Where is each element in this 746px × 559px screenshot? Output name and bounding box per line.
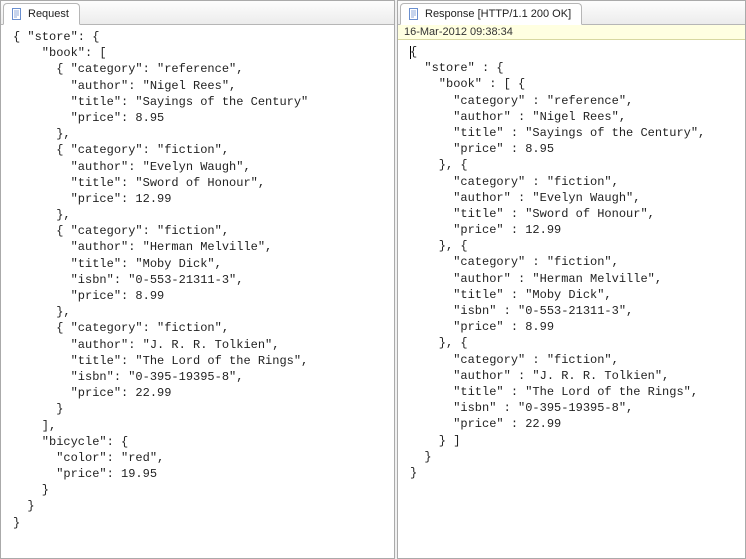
code-line: "title" : "The Lord of the Rings", [410, 384, 737, 400]
code-line: "author" : "Evelyn Waugh", [410, 190, 737, 206]
code-line: "title": "Moby Dick", [13, 256, 386, 272]
code-line: "color": "red", [13, 450, 386, 466]
code-line: } ] [410, 433, 737, 449]
code-line: "price" : 8.99 [410, 319, 737, 335]
code-line: "price": 19.95 [13, 466, 386, 482]
code-line: }, { [410, 157, 737, 173]
code-line: }, [13, 304, 386, 320]
code-line: { "category": "fiction", [13, 223, 386, 239]
code-line: } [13, 515, 386, 531]
code-line: "author": "Herman Melville", [13, 239, 386, 255]
code-line: } [410, 465, 737, 481]
request-tab-label: Request [28, 8, 69, 20]
code-line: "bicycle": { [13, 434, 386, 450]
code-line: "title" : "Moby Dick", [410, 287, 737, 303]
code-line: "isbn" : "0-553-21311-3", [410, 303, 737, 319]
code-line: "title": "The Lord of the Rings", [13, 353, 386, 369]
code-line: { "store": { [13, 29, 386, 45]
response-code-area[interactable]: { "store" : { "book" : [ { "category" : … [398, 40, 745, 558]
code-line: { "category": "fiction", [13, 320, 386, 336]
code-line: "isbn" : "0-395-19395-8", [410, 400, 737, 416]
code-line: "category" : "reference", [410, 93, 737, 109]
code-line: "author" : "Herman Melville", [410, 271, 737, 287]
code-line: ], [13, 418, 386, 434]
code-line: }, { [410, 238, 737, 254]
code-line: }, { [410, 335, 737, 351]
request-panel: Request { "store": { "book": [ { "catego… [0, 0, 395, 559]
code-line: "title": "Sword of Honour", [13, 175, 386, 191]
response-tab[interactable]: Response [HTTP/1.1 200 OK] [400, 3, 582, 25]
code-line: "price": 8.99 [13, 288, 386, 304]
code-line: } [13, 401, 386, 417]
code-line: "book" : [ { [410, 76, 737, 92]
response-tab-bar: Response [HTTP/1.1 200 OK] [398, 1, 745, 25]
code-line: { [410, 44, 737, 60]
response-timestamp: 16-Mar-2012 09:38:34 [398, 25, 745, 40]
code-line: "author" : "Nigel Rees", [410, 109, 737, 125]
code-line: "price": 8.95 [13, 110, 386, 126]
request-tab[interactable]: Request [3, 3, 80, 25]
code-line: } [13, 482, 386, 498]
code-line: "title": "Sayings of the Century" [13, 94, 386, 110]
code-line: "store" : { [410, 60, 737, 76]
document-icon [10, 7, 24, 21]
code-line: "author" : "J. R. R. Tolkien", [410, 368, 737, 384]
code-line: "category" : "fiction", [410, 174, 737, 190]
code-line: "isbn": "0-395-19395-8", [13, 369, 386, 385]
code-line: "author": "Nigel Rees", [13, 78, 386, 94]
code-line: "title" : "Sword of Honour", [410, 206, 737, 222]
code-line: }, [13, 126, 386, 142]
code-line: } [13, 498, 386, 514]
code-line: "price" : 22.99 [410, 416, 737, 432]
code-line: } [410, 449, 737, 465]
code-line: "price": 22.99 [13, 385, 386, 401]
code-line: "author": "J. R. R. Tolkien", [13, 337, 386, 353]
code-line: "price" : 8.95 [410, 141, 737, 157]
code-line: "price": 12.99 [13, 191, 386, 207]
request-code-area[interactable]: { "store": { "book": [ { "category": "re… [1, 25, 394, 558]
code-line: }, [13, 207, 386, 223]
request-tab-bar: Request [1, 1, 394, 25]
document-icon [407, 7, 421, 21]
code-line: "category" : "fiction", [410, 352, 737, 368]
code-line: "isbn": "0-553-21311-3", [13, 272, 386, 288]
code-line: "author": "Evelyn Waugh", [13, 159, 386, 175]
code-line: "category" : "fiction", [410, 254, 737, 270]
code-line: "book": [ [13, 45, 386, 61]
code-line: "price" : 12.99 [410, 222, 737, 238]
code-line: { "category": "fiction", [13, 142, 386, 158]
text-caret [410, 46, 411, 59]
code-line: "title" : "Sayings of the Century", [410, 125, 737, 141]
code-line: { "category": "reference", [13, 61, 386, 77]
response-panel: Response [HTTP/1.1 200 OK] 16-Mar-2012 0… [397, 0, 746, 559]
response-tab-label: Response [HTTP/1.1 200 OK] [425, 8, 571, 20]
